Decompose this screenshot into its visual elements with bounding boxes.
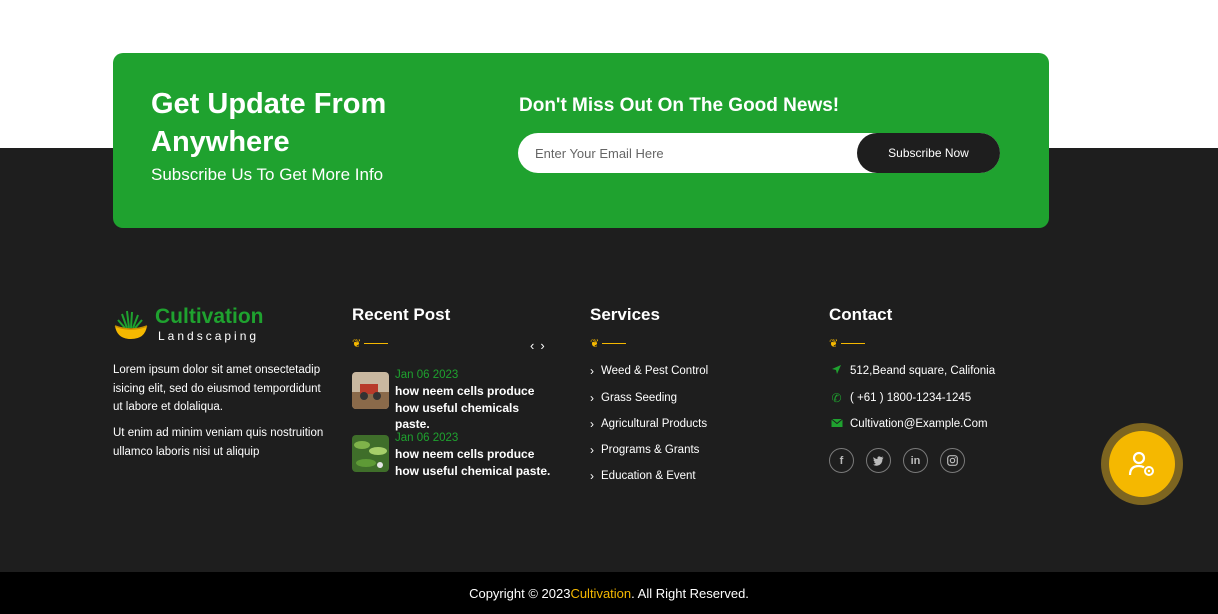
wheat-icon: ❦ [829, 337, 839, 350]
email-field[interactable] [518, 133, 858, 173]
facebook-icon[interactable]: f [829, 448, 854, 473]
post-date: Jan 06 2023 [395, 369, 459, 381]
linkedin-icon[interactable]: in [903, 448, 928, 473]
phone-icon: ✆ [831, 391, 842, 405]
wheat-icon: ❦ [590, 337, 600, 350]
chevron-right-icon: › [590, 391, 594, 405]
copyright-brand-link[interactable]: Cultivation [570, 586, 631, 601]
subscribe-form: Subscribe Now [518, 133, 1000, 173]
copyright-prefix: Copyright © 2023 [469, 585, 571, 601]
chevron-right-icon: › [590, 443, 594, 457]
heading-divider: ❦ [590, 337, 627, 350]
services-heading: Services [590, 305, 660, 324]
contact-phone[interactable]: ✆( +61 ) 1800-1234-1245 [829, 391, 971, 405]
wheat-icon: ❦ [352, 337, 362, 350]
post-slider-arrows: ‹ › [530, 338, 545, 353]
post-thumbnail [352, 435, 389, 472]
service-link[interactable]: › Programs & Grants [590, 443, 699, 457]
list-item[interactable]: Jan 06 2023 how neem cells produce how u… [352, 368, 557, 433]
service-link[interactable]: › Agricultural Products [590, 417, 707, 431]
recent-post-heading: Recent Post [352, 305, 451, 324]
floating-action-button[interactable] [1101, 423, 1183, 505]
newsletter-title: Get Update From Anywhere [151, 88, 387, 158]
contact-address: 512,Beand square, Califonia [829, 364, 995, 378]
chevron-right-icon: › [590, 364, 594, 378]
user-settings-icon [1128, 451, 1154, 476]
subscribe-button[interactable]: Subscribe Now [857, 133, 1000, 173]
twitter-icon[interactable] [866, 448, 891, 473]
about-text-2: Ut enim ad minim veniam quis nostruition… [113, 427, 324, 458]
brand-tagline: Landscaping [158, 329, 260, 343]
about-text-1: Lorem ipsum dolor sit amet onsectetadip … [113, 364, 321, 413]
location-arrow-icon [829, 364, 844, 378]
copyright-suffix: . All Right Reserved. [631, 585, 749, 601]
social-links: f in [829, 448, 965, 473]
list-item[interactable]: Jan 06 2023 how neem cells produce how u… [352, 431, 557, 479]
instagram-icon[interactable] [940, 448, 965, 473]
chevron-right-icon: › [590, 417, 594, 431]
service-link[interactable]: › Education & Event [590, 469, 696, 483]
newsletter-right-title: Don't Miss Out On The Good News! [519, 95, 840, 116]
copyright-bar: Copyright © 2023 Cultivation . All Right… [0, 572, 1218, 614]
service-link[interactable]: › Grass Seeding [590, 391, 677, 405]
newsletter-banner: Get Update From Anywhere Subscribe Us To… [113, 53, 1049, 228]
contact-email[interactable]: Cultivation@Example.Com [829, 417, 988, 431]
chevron-right-icon[interactable]: › [540, 338, 544, 353]
chevron-left-icon[interactable]: ‹ [530, 338, 534, 353]
newsletter-subtitle: Subscribe Us To Get More Info [151, 165, 384, 184]
post-thumbnail [352, 372, 389, 409]
envelope-icon [829, 417, 844, 431]
brand-name: Cultivation [155, 305, 264, 328]
chevron-right-icon: › [590, 469, 594, 483]
service-link[interactable]: › Weed & Pest Control [590, 364, 708, 378]
contact-heading: Contact [829, 305, 893, 324]
heading-divider: ❦ [352, 337, 389, 350]
plant-bowl-icon [113, 306, 149, 342]
footer-logo[interactable]: Cultivation Landscaping [113, 305, 264, 343]
heading-divider: ❦ [829, 337, 866, 350]
post-title[interactable]: how neem cells produce how useful chemic… [395, 383, 557, 433]
post-date: Jan 06 2023 [395, 432, 459, 444]
post-title[interactable]: how neem cells produce how useful chemic… [395, 446, 557, 479]
